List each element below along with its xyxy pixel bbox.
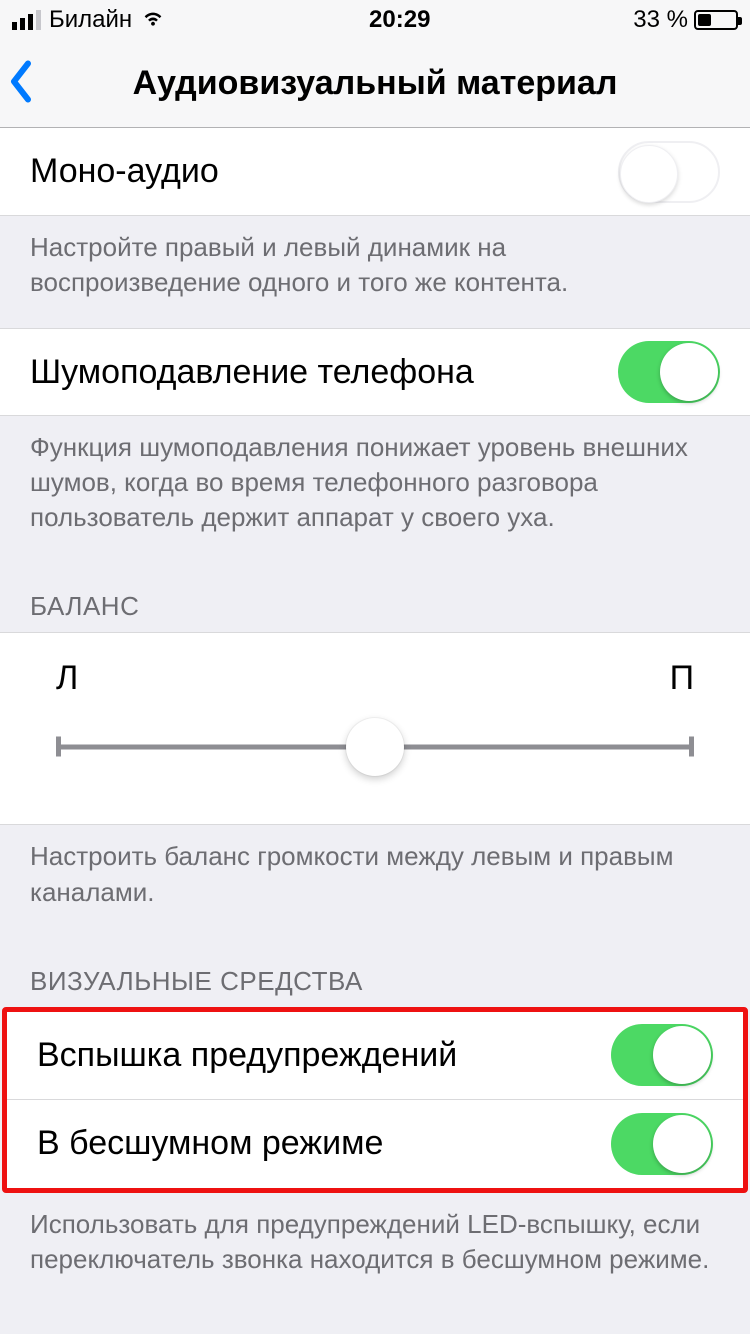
- status-right: 33 %: [633, 6, 738, 34]
- mono-audio-label: Моно-аудио: [30, 152, 219, 191]
- balance-footer: Настроить баланс громкости между левым и…: [0, 825, 750, 937]
- flash-alerts-label: Вспышка предупреждений: [37, 1036, 457, 1075]
- flash-on-silent-row: В бесшумном режиме: [7, 1100, 743, 1188]
- balance-slider-cell: Л П: [0, 632, 750, 825]
- balance-left-label: Л: [56, 659, 78, 698]
- status-left: Билайн: [12, 4, 166, 37]
- carrier-label: Билайн: [49, 6, 132, 34]
- visual-header: ВИЗУАЛЬНЫЕ СРЕДСТВА: [0, 938, 750, 1007]
- mono-audio-toggle[interactable]: [618, 141, 720, 203]
- flash-on-silent-toggle[interactable]: [611, 1113, 713, 1175]
- visual-highlight-group: Вспышка предупреждений В бесшумном режим…: [2, 1007, 748, 1193]
- battery-percent-label: 33 %: [633, 6, 688, 34]
- balance-header: БАЛАНС: [0, 563, 750, 632]
- cellular-signal-icon: [12, 10, 41, 30]
- noise-cancellation-row: Шумоподавление телефона: [0, 328, 750, 416]
- flash-alerts-toggle[interactable]: [611, 1024, 713, 1086]
- nav-bar: Аудиовизуальный материал: [0, 40, 750, 128]
- noise-cancellation-footer: Функция шумоподавления понижает уровень …: [0, 416, 750, 563]
- mono-audio-row: Моно-аудио: [0, 128, 750, 216]
- noise-cancellation-label: Шумоподавление телефона: [30, 353, 474, 392]
- flash-on-silent-label: В бесшумном режиме: [37, 1124, 383, 1163]
- mono-audio-footer: Настройте правый и левый динамик на восп…: [0, 216, 750, 328]
- balance-right-label: П: [670, 659, 694, 698]
- status-bar: Билайн 20:29 33 %: [0, 0, 750, 40]
- balance-slider[interactable]: [56, 718, 694, 776]
- back-button[interactable]: [8, 59, 36, 108]
- noise-cancellation-toggle[interactable]: [618, 341, 720, 403]
- flash-alerts-row: Вспышка предупреждений: [7, 1012, 743, 1100]
- page-title: Аудиовизуальный материал: [0, 64, 750, 103]
- wifi-icon: [140, 4, 166, 37]
- visual-footer: Использовать для предупреждений LED-вспы…: [0, 1193, 750, 1305]
- balance-slider-thumb[interactable]: [346, 718, 404, 776]
- battery-icon: [694, 10, 738, 30]
- status-time: 20:29: [369, 6, 430, 34]
